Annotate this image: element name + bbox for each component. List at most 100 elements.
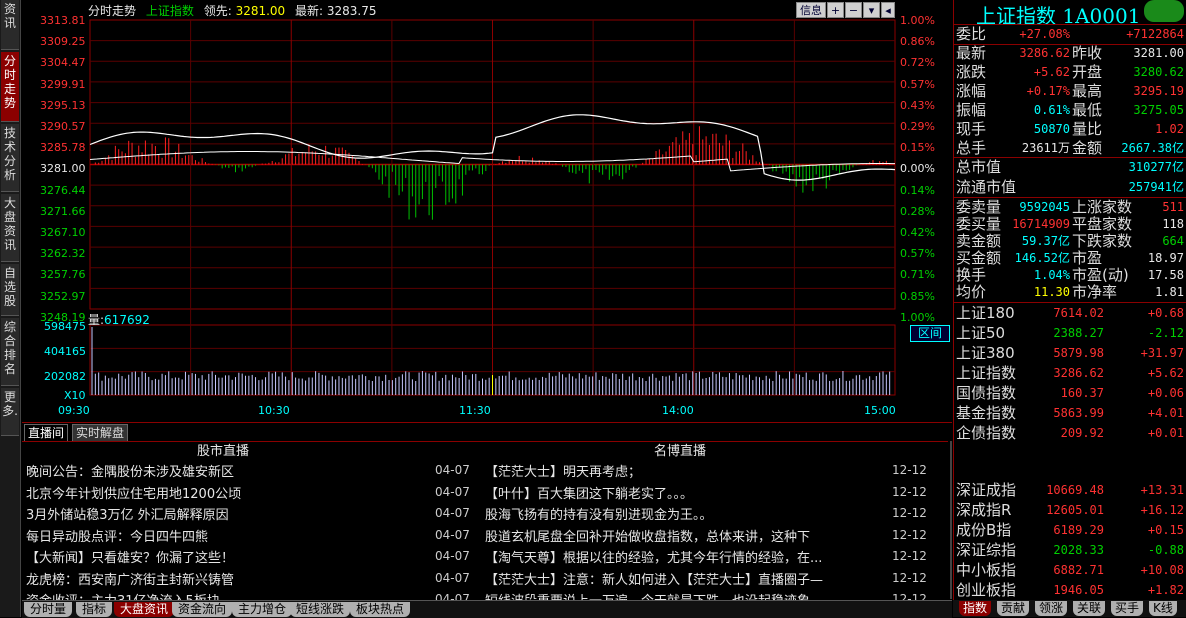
tab-more[interactable]: 更多. bbox=[1, 388, 19, 436]
price-tick: 3309.25 bbox=[40, 35, 86, 49]
price-tick: 3257.76 bbox=[40, 268, 86, 282]
news-date: 04-07 bbox=[435, 570, 470, 585]
index-row[interactable]: 上证380 5879.98 +31.97 bbox=[954, 343, 1186, 363]
news-scrollbar[interactable] bbox=[950, 441, 952, 599]
blog-item[interactable]: 股海飞扬有的持有没有别进现金为王。。 bbox=[485, 504, 883, 523]
news-date: 04-07 bbox=[435, 506, 470, 520]
weibi-row: 委比 +27.08% +7122864 bbox=[956, 25, 1184, 43]
intraday-chart[interactable] bbox=[22, 0, 952, 420]
vol-axis-1: 598475 bbox=[44, 320, 86, 333]
quote-row: 总手 23611万 金额 2667.38亿 bbox=[956, 139, 1184, 157]
quote-tab[interactable]: K线 bbox=[1149, 601, 1177, 616]
total-mktcap-row: 总市值 310277亿 bbox=[956, 158, 1184, 176]
tab-watchlist[interactable]: 自选股 bbox=[1, 264, 19, 316]
pct-tick: 0.72% bbox=[900, 56, 935, 70]
quote-tab[interactable]: 关联 bbox=[1073, 601, 1106, 616]
quote-row: 涨跌 +5.62 开盘 3280.62 bbox=[956, 63, 1184, 81]
zone-button[interactable]: 区间 bbox=[910, 325, 950, 342]
pct-tick: 0.00% bbox=[900, 162, 935, 176]
quote-tab[interactable]: 领涨 bbox=[1035, 601, 1068, 616]
quote-row: 涨幅 +0.17% 最高 3295.19 bbox=[956, 82, 1184, 100]
bottom-tab[interactable]: 大盘资讯 bbox=[114, 602, 175, 617]
stat-row: 均价 11.30 市净率 1.81 bbox=[956, 283, 1184, 301]
index-row[interactable]: 深证综指 2028.33 -0.88 bbox=[954, 540, 1186, 560]
stock-live-title: 股市直播 bbox=[197, 444, 250, 459]
bottom-tab[interactable]: 分时量 bbox=[24, 602, 73, 617]
time-1030: 10:30 bbox=[258, 404, 290, 417]
mode-label: 分时走势 bbox=[88, 4, 137, 18]
blog-item[interactable]: 【茫茫大士】注意：新人如何进入【茫茫大士】直播圈子— bbox=[485, 569, 883, 588]
quote-tab[interactable]: 贡献 bbox=[997, 601, 1030, 616]
index-row[interactable]: 深证成指 10669.48 +13.31 bbox=[954, 480, 1186, 500]
bottom-tab[interactable]: 指标 bbox=[76, 602, 113, 617]
vol-axis-scale: X10 bbox=[64, 389, 86, 402]
left-tab-bar: 资讯 分时走势 技术分析 大盘资讯 自选股 综合排名 更多. bbox=[0, 0, 21, 617]
news-item[interactable]: 【大新闻】只看雄安？你漏了这些！ bbox=[26, 547, 426, 566]
tab-zixun[interactable]: 资讯 bbox=[1, 0, 19, 50]
pct-tick: 0.57% bbox=[900, 77, 935, 91]
blog-item[interactable]: 股道玄机尾盘全回补开始做收盘指数，总体来讲，这种下 bbox=[485, 526, 883, 545]
menu-button[interactable]: ▾ bbox=[863, 2, 880, 18]
volume-label: 量: bbox=[88, 313, 105, 327]
index-row[interactable]: 企债指数 209.92 +0.01 bbox=[954, 423, 1186, 443]
news-date: 04-07 bbox=[435, 527, 470, 542]
pct-tick: 1.00% bbox=[900, 14, 935, 27]
index-row[interactable]: 上证180 7614.02 +0.68 bbox=[954, 303, 1186, 323]
tab-live-room[interactable]: 直播间 bbox=[24, 424, 69, 442]
quote-tab[interactable]: 指数 bbox=[959, 601, 992, 616]
index-row[interactable]: 深成指R 12605.01 +16.12 bbox=[954, 500, 1186, 520]
quote-panel: 上证指数 1A0001 委比 +27.08% +7122864 最新 3286.6… bbox=[953, 0, 1186, 617]
pct-tick: 0.14% bbox=[900, 183, 935, 197]
pct-tick: 0.28% bbox=[900, 204, 935, 218]
bottom-tab-bar: 分时量 指标 大盘资讯 资金流向 主力增仓 短线涨跌 板块热点 bbox=[22, 600, 952, 618]
index-name: 上证指数 bbox=[145, 4, 194, 18]
news-item[interactable]: 3月外储站稳3万亿 外汇局解释原因 bbox=[26, 504, 426, 523]
tab-realtime-analysis[interactable]: 实时解盘 bbox=[72, 424, 129, 442]
news-item[interactable]: 北京今年计划供应住宅用地1200公顷 bbox=[26, 483, 426, 502]
price-tick: 3304.47 bbox=[40, 56, 86, 70]
index-row[interactable]: 中小板指 6882.71 +10.08 bbox=[954, 560, 1186, 580]
index-row[interactable]: 上证指数 3286.62 +5.62 bbox=[954, 363, 1186, 383]
index-row[interactable]: 上证50 2388.27 -2.12 bbox=[954, 323, 1186, 343]
index-row[interactable]: 创业板指 1946.05 +1.82 bbox=[954, 580, 1186, 600]
blog-item[interactable]: 【淘气天尊】根据以往的经验，尤其今年行情的经验，在... bbox=[485, 547, 883, 566]
bottom-tab[interactable]: 短线涨跌 bbox=[290, 602, 351, 617]
news-panel: 直播间 实时解盘 股市直播 名博直播 晚间公告：金隅股份未涉及雄安新区 04-07… bbox=[22, 422, 952, 609]
lead-label: 领先: bbox=[203, 4, 232, 18]
index-row[interactable]: 成份B指 6189.29 +0.15 bbox=[954, 520, 1186, 540]
quote-tab[interactable]: 买手 bbox=[1111, 601, 1144, 616]
volume-header: 量:617692 bbox=[88, 311, 150, 328]
chart-header: 分时走势 上证指数 领先: 3281.00 最新: 3283.75 bbox=[88, 2, 383, 19]
price-tick: 3271.66 bbox=[40, 204, 86, 218]
pct-tick: 1.00% bbox=[900, 310, 935, 324]
quote-tab-bar: 指数 贡献 领涨 关联 买手 K线 bbox=[953, 600, 1186, 617]
vol-axis-3: 202082 bbox=[44, 370, 86, 383]
tab-intraday[interactable]: 分时走势 bbox=[1, 52, 19, 122]
news-item[interactable]: 龙虎榜：西安南广济街主封新兴铸管 bbox=[26, 569, 426, 588]
quote-row: 振幅 0.61% 最低 3275.05 bbox=[956, 101, 1184, 119]
pct-tick: 0.86% bbox=[900, 35, 935, 49]
float-mktcap-row: 流通市值 257941亿 bbox=[956, 178, 1184, 196]
bottom-tab[interactable]: 板块热点 bbox=[350, 602, 411, 617]
pct-tick: 0.29% bbox=[900, 120, 935, 133]
minus-button[interactable]: − bbox=[845, 2, 862, 18]
news-date: 04-07 bbox=[435, 549, 470, 563]
blog-item[interactable]: 【茫茫大士】明天再考虑； bbox=[485, 461, 883, 480]
news-item[interactable]: 每日异动股点评：今日四牛四熊 bbox=[26, 526, 426, 545]
tab-market-news[interactable]: 大盘资讯 bbox=[1, 194, 19, 262]
time-1500: 15:00 bbox=[864, 404, 896, 417]
collapse-button[interactable]: ◂ bbox=[881, 2, 895, 18]
index-row[interactable]: 国债指数 160.37 +0.06 bbox=[954, 383, 1186, 403]
pct-tick: 0.42% bbox=[900, 226, 935, 239]
quote-row: 最新 3286.62 昨收 3281.00 bbox=[956, 44, 1184, 62]
add-button[interactable]: + bbox=[827, 2, 844, 18]
index-row[interactable]: 基金指数 5863.99 +4.01 bbox=[954, 403, 1186, 423]
bottom-tab[interactable]: 主力增仓 bbox=[232, 602, 293, 617]
tab-ranking[interactable]: 综合排名 bbox=[1, 318, 19, 386]
news-item[interactable]: 晚间公告：金隅股份未涉及雄安新区 bbox=[26, 461, 426, 480]
tab-technical[interactable]: 技术分析 bbox=[1, 124, 19, 192]
info-button[interactable]: 信息 bbox=[796, 2, 826, 18]
bottom-tab[interactable]: 资金流向 bbox=[172, 602, 233, 617]
last-label: 最新: bbox=[295, 4, 324, 18]
blog-item[interactable]: 【叶什】百大集团这下躺老实了。。。 bbox=[485, 483, 883, 502]
